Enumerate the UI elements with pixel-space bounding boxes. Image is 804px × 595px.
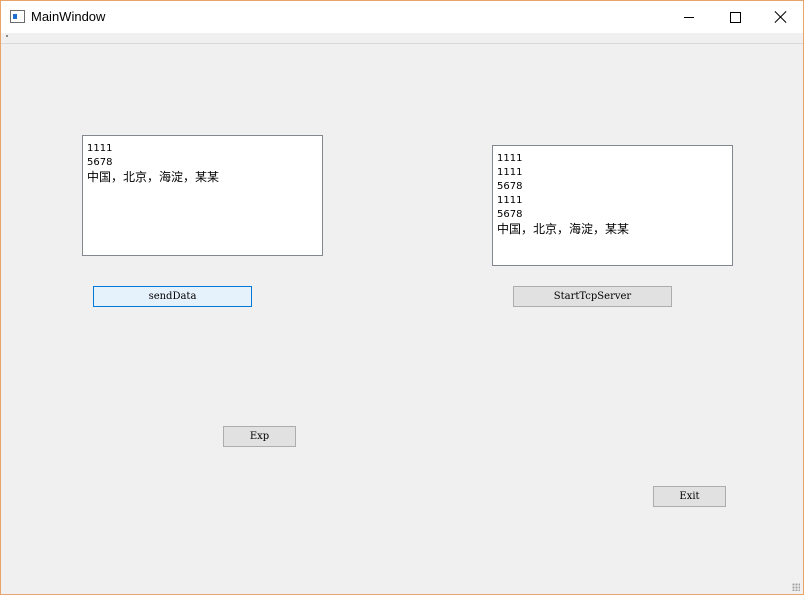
menu-grip-icon: [6, 35, 8, 37]
text-line: 中国，北京，海淀，某某: [497, 222, 630, 236]
receive-text-edit[interactable]: 1111 1111 5678 1111 5678 中国，北京，海淀，某某: [492, 145, 733, 266]
maximize-button[interactable]: [712, 1, 758, 33]
text-line: 1111: [497, 153, 523, 164]
text-line: 1111: [87, 143, 113, 154]
text-line: 中国，北京，海淀，某某: [87, 170, 220, 184]
start-tcp-server-button[interactable]: StartTcpServer: [513, 286, 672, 307]
minimize-button[interactable]: [666, 1, 712, 33]
exit-button[interactable]: Exit: [653, 486, 726, 507]
text-line: 5678: [87, 157, 113, 168]
text-line: 5678: [497, 209, 523, 220]
window-title: MainWindow: [31, 9, 106, 24]
close-icon: [775, 11, 787, 23]
text-line: 1111: [497, 195, 523, 206]
exp-button[interactable]: Exp: [223, 426, 296, 447]
text-line: 1111: [497, 167, 523, 178]
maximize-icon: [729, 11, 741, 23]
text-line: 5678: [497, 181, 523, 192]
send-text-edit[interactable]: 1111 5678 中国，北京，海淀，某某: [82, 135, 323, 256]
minimize-icon: [684, 16, 694, 18]
resize-grip-icon[interactable]: [792, 583, 800, 591]
send-data-button[interactable]: sendData: [93, 286, 252, 307]
app-icon: [10, 10, 25, 23]
close-button[interactable]: [758, 1, 804, 33]
menu-bar[interactable]: [1, 33, 803, 44]
title-bar[interactable]: MainWindow: [1, 1, 803, 33]
main-window: MainWindow 1111 5678 中国，北京，海淀，某某 1111 11…: [0, 0, 804, 595]
